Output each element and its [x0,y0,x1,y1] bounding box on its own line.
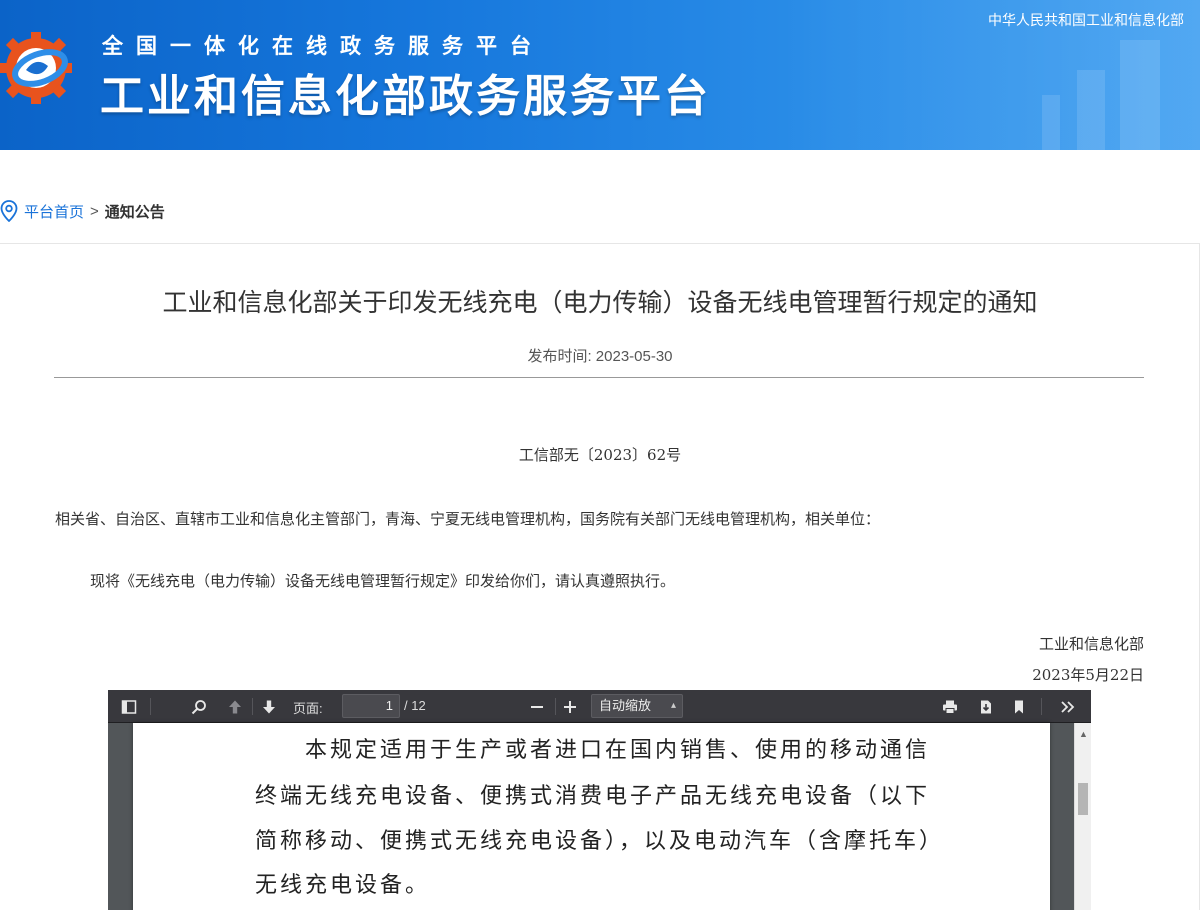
zoom-out-icon[interactable] [524,694,550,719]
toolbar-divider [555,698,556,715]
publish-date-label: 发布时间: [527,348,592,365]
pdf-text-line: 简称移动、便携式无线充电设备），以及电动汽车（含摩托车） [255,829,945,854]
page-number-input[interactable]: 1 [342,694,400,718]
zoom-in-icon[interactable] [557,694,583,719]
header-building-decoration [1120,40,1160,150]
ministry-link[interactable]: 中华人民共和国工业和信息化部 [988,10,1184,30]
signature-organization: 工业和信息化部 [1038,635,1144,653]
arrow-up-icon[interactable] [222,694,248,719]
page-total: / 12 [404,698,426,713]
signature-date: 2023年5月22日 [1032,666,1144,684]
document-number: 工信部无〔2023〕62号 [518,446,682,464]
pdf-viewer[interactable]: 页面: 1 / 12 自动缩放 ▴▾ 本规定适用于生产或者进口在国内销售、使用的… [108,690,1091,910]
scrollbar-thumb[interactable] [1078,783,1088,815]
document-addressee: 相关省、自治区、直辖市工业和信息化主管部门，青海、宁夏无线电管理机构，国务院有关… [55,510,881,528]
bookmark-icon[interactable] [1006,694,1032,719]
pdf-text-line: 终端无线充电设备、便携式消费电子产品无线充电设备（以下 [255,784,931,809]
zoom-select-value: 自动缩放 [599,698,652,713]
pdf-toolbar: 页面: 1 / 12 自动缩放 ▴▾ [108,690,1091,733]
header-building-decoration [1042,95,1060,150]
location-pin-icon [0,200,18,222]
header-building-decoration [1077,70,1105,150]
breadcrumb: 平台首页 > 通知公告 [0,200,165,222]
more-tools-icon[interactable] [1055,694,1081,719]
site-header: 全国一体化在线政务服务平台 工业和信息化部政务服务平台 中华人民共和国工业和信息… [0,0,1200,150]
scroll-up-icon[interactable]: ▲ [1079,729,1088,739]
zoom-select[interactable]: 自动缩放 ▴▾ [591,694,683,733]
arrow-down-icon[interactable] [256,694,282,719]
pdf-text-line: 无线充电设备。 [255,873,431,898]
title-divider [54,377,1144,378]
publish-date: 发布时间: 2023-05-30 [0,345,1200,366]
platform-logo-icon[interactable] [0,28,80,108]
page-label: 页面: [293,701,323,716]
pdf-scrollbar[interactable]: ▲ [1074,723,1091,910]
toolbar-divider [252,698,253,715]
pdf-page: 本规定适用于生产或者进口在国内销售、使用的移动通信 终端无线充电设备、便携式消费… [133,723,1050,910]
article-title: 工业和信息化部关于印发无线充电（电力传输）设备无线电管理暂行规定的通知 [162,289,1038,317]
print-icon[interactable] [937,694,963,719]
toolbar-divider [150,698,151,715]
document-body: 现将《无线充电（电力传输）设备无线电管理暂行规定》印发给你们，请认真遵照执行。 [90,572,676,590]
sidebar-toggle-icon[interactable] [116,694,142,719]
download-icon[interactable] [973,694,999,719]
publish-date-value: 2023-05-30 [595,348,673,365]
breadcrumb-separator: > [90,202,99,220]
toolbar-divider [1041,698,1042,715]
platform-title[interactable]: 工业和信息化部政务服务平台 [100,60,711,124]
breadcrumb-current: 通知公告 [104,203,165,221]
search-icon[interactable] [186,694,212,719]
platform-subtitle: 全国一体化在线政务服务平台 [102,34,544,58]
pdf-text-line: 本规定适用于生产或者进口在国内销售、使用的移动通信 [305,738,931,763]
breadcrumb-home-link[interactable]: 平台首页 [24,201,84,222]
